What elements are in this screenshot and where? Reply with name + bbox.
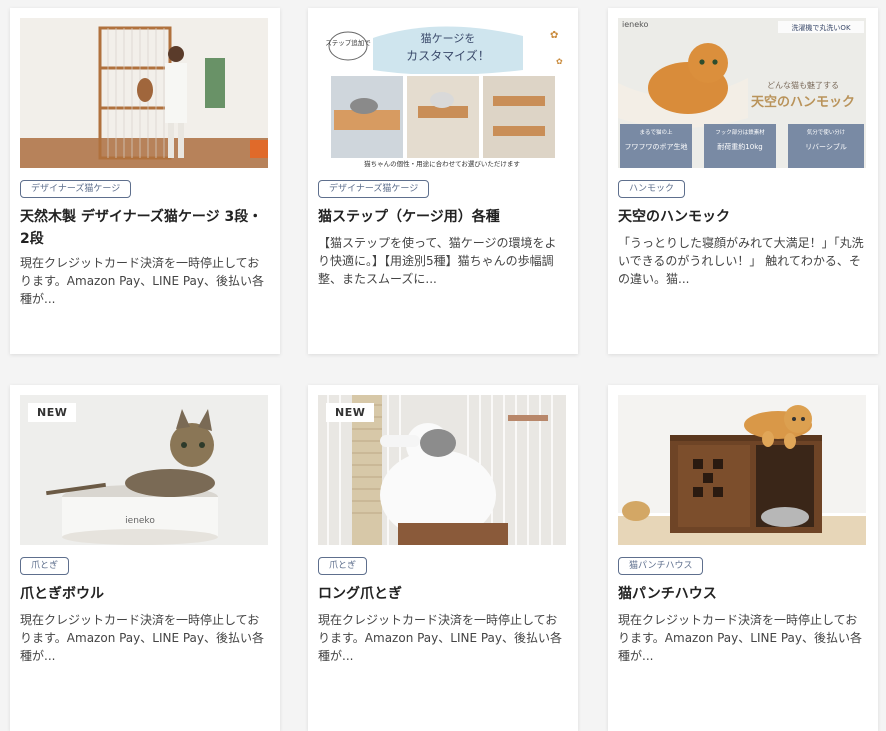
product-title[interactable]: 猫パンチハウス: [618, 583, 868, 605]
feature-2-label: フック部分は鉄素材: [715, 128, 765, 136]
new-badge: NEW: [326, 403, 375, 422]
banner-subheading: どんな猫も魅了する: [767, 80, 839, 90]
product-title[interactable]: 猫ステップ（ケージ用）各種: [318, 206, 568, 228]
product-excerpt: 現在クレジットカード決済を一時停止しております。Amazon Pay、LINE …: [20, 613, 265, 663]
product-title[interactable]: 天然木製 デザイナーズ猫ケージ 3段・2段: [20, 206, 270, 250]
product-excerpt: 現在クレジットカード決済を一時停止しております。Amazon Pay、LINE …: [618, 613, 863, 663]
product-image-punch-house[interactable]: [618, 395, 866, 545]
bowl-brand: ieneko: [125, 516, 155, 526]
hammock-banner: ieneko 洗濯機で丸洗いOK どんな猫も魅了する 天空のハンモック まるで猫…: [618, 18, 866, 168]
product-card[interactable]: ieneko 洗濯機で丸洗いOK どんな猫も魅了する 天空のハンモック まるで猫…: [608, 8, 878, 354]
product-excerpt: 現在クレジットカード決済を一時停止しております。Amazon Pay、LINE …: [20, 256, 265, 306]
category-tag[interactable]: 猫パンチハウス: [618, 557, 704, 575]
feature-3-label: 気分で使い分け: [807, 128, 846, 136]
product-excerpt: 【猫ステップを使って、猫ケージの環境をより快適に。】【用途別5種】猫ちゃんの歩幅…: [318, 236, 557, 286]
product-image-hammock[interactable]: ieneko 洗濯機で丸洗いOK どんな猫も魅了する 天空のハンモック まるで猫…: [618, 18, 866, 168]
headline-line-1: 猫ケージを: [421, 32, 476, 45]
product-card[interactable]: デザイナーズ猫ケージ 天然木製 デザイナーズ猫ケージ 3段・2段 現在クレジット…: [10, 8, 280, 354]
product-image-long-scratcher[interactable]: NEW: [318, 395, 566, 545]
feature-1-label: まるで猫の上: [639, 128, 673, 136]
product-image-cat-step[interactable]: ステップ追加で 猫ケージを カスタマイズ！ ✿ ✿ 猫ちゃんの個性・用途に合わせ…: [318, 18, 566, 168]
feature-2: 耐荷重約10kg: [717, 142, 762, 151]
banner-caption: 猫ちゃんの個性・用途に合わせてお選びいただけます: [364, 159, 520, 168]
paw-icon: ✿: [550, 30, 558, 41]
feature-1: フワフワのボア生地: [625, 142, 688, 151]
brand-logo: ieneko: [622, 20, 648, 29]
product-image-scratch-bowl[interactable]: ieneko NEW: [20, 395, 268, 545]
punch-house-photo: [618, 395, 866, 545]
product-title[interactable]: 爪とぎボウル: [20, 583, 270, 605]
product-card[interactable]: ieneko NEW 爪とぎ 爪とぎボウル 現在クレジットカード決済を一時停止し…: [10, 385, 280, 731]
product-title[interactable]: ロング爪とぎ: [318, 583, 568, 605]
product-image-cat-cage[interactable]: [20, 18, 268, 168]
category-tag[interactable]: デザイナーズ猫ケージ: [20, 180, 132, 198]
category-tag[interactable]: デザイナーズ猫ケージ: [318, 180, 430, 198]
product-excerpt: 現在クレジットカード決済を一時停止しております。Amazon Pay、LINE …: [318, 613, 563, 663]
category-tag[interactable]: 爪とぎ: [20, 557, 70, 575]
product-title[interactable]: 天空のハンモック: [618, 206, 868, 228]
paw-icon: ✿: [556, 57, 563, 66]
feature-3: リバーシブル: [805, 142, 847, 151]
category-tag[interactable]: 爪とぎ: [318, 557, 368, 575]
cat-step-banner: ステップ追加で 猫ケージを カスタマイズ！ ✿ ✿ 猫ちゃんの個性・用途に合わせ…: [318, 18, 566, 168]
new-badge: NEW: [28, 403, 77, 422]
banner-headline: 天空のハンモック: [751, 94, 855, 110]
category-tag[interactable]: ハンモック: [618, 180, 686, 198]
product-card[interactable]: NEW 爪とぎ ロング爪とぎ 現在クレジットカード決済を一時停止しております。A…: [308, 385, 578, 731]
product-excerpt: 「うっとりした寝顔がみれて大満足！」「丸洗いできるのがうれしい！」 触れてわかる…: [618, 236, 864, 286]
product-card[interactable]: ステップ追加で 猫ケージを カスタマイズ！ ✿ ✿ 猫ちゃんの個性・用途に合わせ…: [308, 8, 578, 354]
cat-cage-photo: [20, 18, 268, 168]
bubble-text: ステップ追加で: [325, 38, 371, 47]
product-card[interactable]: 猫パンチハウス 猫パンチハウス 現在クレジットカード決済を一時停止しております。…: [608, 385, 878, 731]
headline-line-2: カスタマイズ！: [406, 48, 490, 63]
wash-note: 洗濯機で丸洗いOK: [791, 23, 851, 32]
